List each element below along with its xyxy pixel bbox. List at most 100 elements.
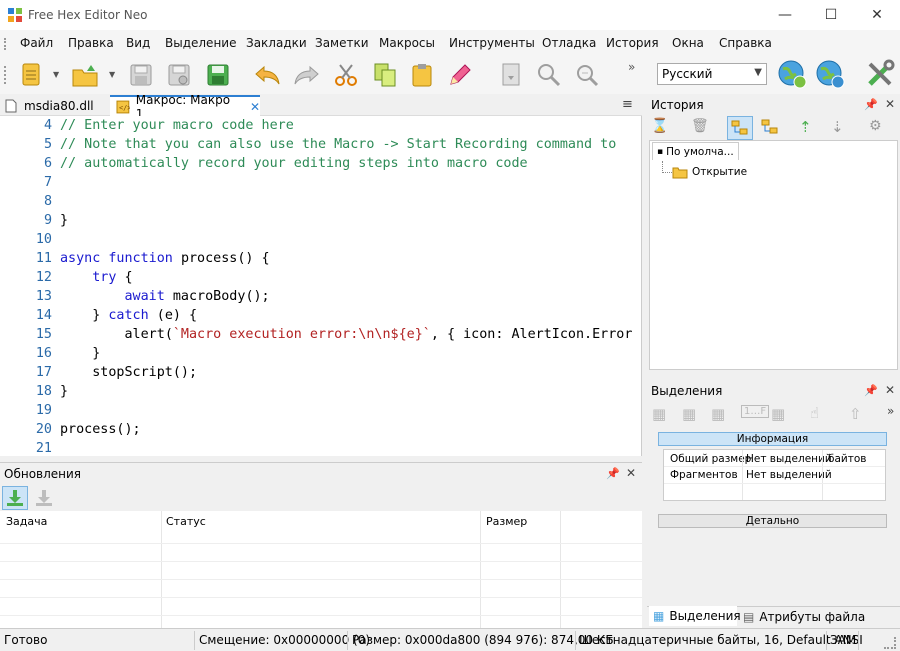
menu-grip[interactable]	[4, 38, 7, 50]
menu-bookmarks[interactable]: Закладки	[246, 36, 307, 50]
history-node-open[interactable]: Открытие	[672, 165, 747, 179]
details-section[interactable]: Детально	[658, 514, 887, 528]
new-file-dropdown-icon[interactable]: ▼	[53, 70, 59, 79]
select-span-icon[interactable]: 1…F	[741, 405, 770, 418]
hand-icon[interactable]: ☝	[810, 404, 819, 422]
maximize-button[interactable]: ☐	[808, 0, 854, 30]
globe-settings-icon[interactable]	[814, 58, 846, 90]
history-branch-icon[interactable]	[727, 116, 753, 140]
fragments-value: Нет выделений	[746, 469, 832, 481]
tab-list-menu-icon[interactable]: ≡	[622, 97, 633, 112]
tab-file-attributes[interactable]: ▤ Атрибуты файла	[739, 608, 889, 626]
resize-grip-icon[interactable]	[884, 637, 896, 649]
redo-icon[interactable]	[291, 60, 321, 90]
close-panel-icon[interactable]: ✕	[885, 383, 895, 397]
code-line[interactable]: 8	[0, 194, 60, 213]
delete-history-icon[interactable]: 🗑	[691, 118, 713, 138]
tools-icon[interactable]	[864, 58, 896, 90]
edit-pencil-icon[interactable]	[445, 60, 475, 90]
line-number: 19	[35, 403, 52, 418]
close-window-button[interactable]: ✕	[854, 0, 900, 30]
new-file-icon[interactable]	[16, 60, 46, 90]
code-line[interactable]: 20 process();	[0, 422, 141, 441]
open-file-icon[interactable]	[70, 60, 100, 90]
code-line[interactable]: 18}	[0, 384, 68, 403]
code-line[interactable]: 10	[0, 232, 60, 251]
download-updates-icon[interactable]	[32, 486, 56, 510]
code-line[interactable]: 11 async function process() {	[0, 251, 270, 270]
history-add-branch-icon[interactable]	[761, 118, 783, 138]
select-invert-icon[interactable]: ▦	[771, 405, 785, 423]
pin-icon[interactable]: 📌	[864, 384, 878, 397]
information-section[interactable]: Информация	[658, 432, 887, 446]
code-line[interactable]: 16 }	[0, 346, 100, 365]
menu-history[interactable]: История	[606, 36, 659, 50]
menu-file[interactable]: Файл	[20, 36, 53, 50]
code-line[interactable]: 7	[0, 175, 60, 194]
tab-selections[interactable]: ▦ Выделения	[649, 606, 741, 626]
code-line[interactable]: 5 // Note that you can also use the Macro…	[0, 137, 616, 156]
menu-view[interactable]: Вид	[126, 36, 150, 50]
close-tab-icon[interactable]: ✕	[250, 100, 260, 114]
menu-help[interactable]: Справка	[719, 36, 772, 50]
close-panel-icon[interactable]: ✕	[885, 97, 895, 111]
save-icon[interactable]	[126, 60, 156, 90]
code-line[interactable]: 19	[0, 403, 60, 422]
open-file-dropdown-icon[interactable]: ▼	[109, 70, 115, 79]
select-range-icon[interactable]: ▦	[711, 405, 725, 423]
menu-windows[interactable]: Окна	[672, 36, 704, 50]
code-line[interactable]: 17 stopScript();	[0, 365, 197, 384]
code-line[interactable]: 12 try {	[0, 270, 133, 289]
code-line[interactable]: 15 alert(`Macro execution error:\n\n${e}…	[0, 327, 641, 346]
toolbar-grip[interactable]	[4, 66, 7, 84]
toolbar-overflow-icon[interactable]: »	[628, 60, 635, 74]
column-header-size[interactable]: Размер	[486, 515, 527, 528]
save-as-icon[interactable]	[164, 60, 194, 90]
pin-icon[interactable]: 📌	[864, 98, 878, 111]
column-divider	[480, 511, 481, 628]
updates-panel: Обновления 📌 ✕ Задача Статус Размер	[0, 462, 642, 628]
cut-icon[interactable]	[331, 60, 361, 90]
select-up-icon[interactable]: ⇧	[849, 405, 862, 423]
history-clear-icon[interactable]: ⌛	[651, 118, 673, 138]
history-node-label: Открытие	[692, 166, 748, 178]
menu-macros[interactable]: Макросы	[379, 36, 435, 50]
menu-edit[interactable]: Правка	[68, 36, 114, 50]
tab-macro-1[interactable]: </> Макрос: Макро 1 ✕	[110, 93, 260, 121]
history-settings-icon[interactable]: ⚙	[869, 118, 891, 138]
globe-download-icon[interactable]	[776, 58, 808, 90]
macro-code-editor[interactable]: 4 // Enter your macro code here 5 // Note t…	[0, 116, 642, 456]
document-export-icon[interactable]	[496, 60, 526, 90]
pin-icon[interactable]: 📌	[606, 467, 620, 480]
code-line[interactable]: 14 } catch (e) {	[0, 308, 197, 327]
tab-msdia80[interactable]: msdia80.dll	[4, 95, 108, 116]
close-panel-icon[interactable]: ✕	[626, 466, 636, 480]
find-icon[interactable]	[534, 60, 564, 90]
minimize-button[interactable]: —	[762, 0, 808, 30]
undo-icon[interactable]	[253, 60, 283, 90]
code-line[interactable]: 4 // Enter your macro code here	[0, 118, 294, 137]
find-replace-icon[interactable]	[572, 60, 602, 90]
menu-debug[interactable]: Отладка	[542, 36, 596, 50]
select-grid-icon[interactable]: ▦	[652, 405, 666, 423]
language-select[interactable]: Русский ▼	[657, 63, 767, 85]
check-updates-icon[interactable]	[2, 486, 28, 510]
menu-tools[interactable]: Инструменты	[449, 36, 535, 50]
code-line[interactable]: 21	[0, 441, 60, 456]
column-header-status[interactable]: Статус	[166, 515, 206, 528]
code-line[interactable]: 6 // automatically record your editing st…	[0, 156, 528, 175]
history-up-icon[interactable]: ⇡	[799, 118, 821, 138]
history-down-icon[interactable]: ⇣	[831, 118, 853, 138]
copy-icon[interactable]	[370, 60, 400, 90]
line-number: 14	[35, 308, 52, 323]
select-blocks-icon[interactable]: ▦	[682, 405, 696, 423]
menu-selection[interactable]: Выделение	[165, 36, 236, 50]
code-line[interactable]: 9}	[0, 213, 68, 232]
paste-icon[interactable]	[407, 60, 437, 90]
column-header-task[interactable]: Задача	[6, 515, 47, 528]
history-default-tab[interactable]: ▪ По умолча...	[652, 142, 739, 160]
menu-notes[interactable]: Заметки	[315, 36, 369, 50]
code-line[interactable]: 13 await macroBody();	[0, 289, 270, 308]
toolbar-overflow-icon[interactable]: »	[887, 404, 894, 418]
save-all-icon[interactable]	[203, 60, 233, 90]
